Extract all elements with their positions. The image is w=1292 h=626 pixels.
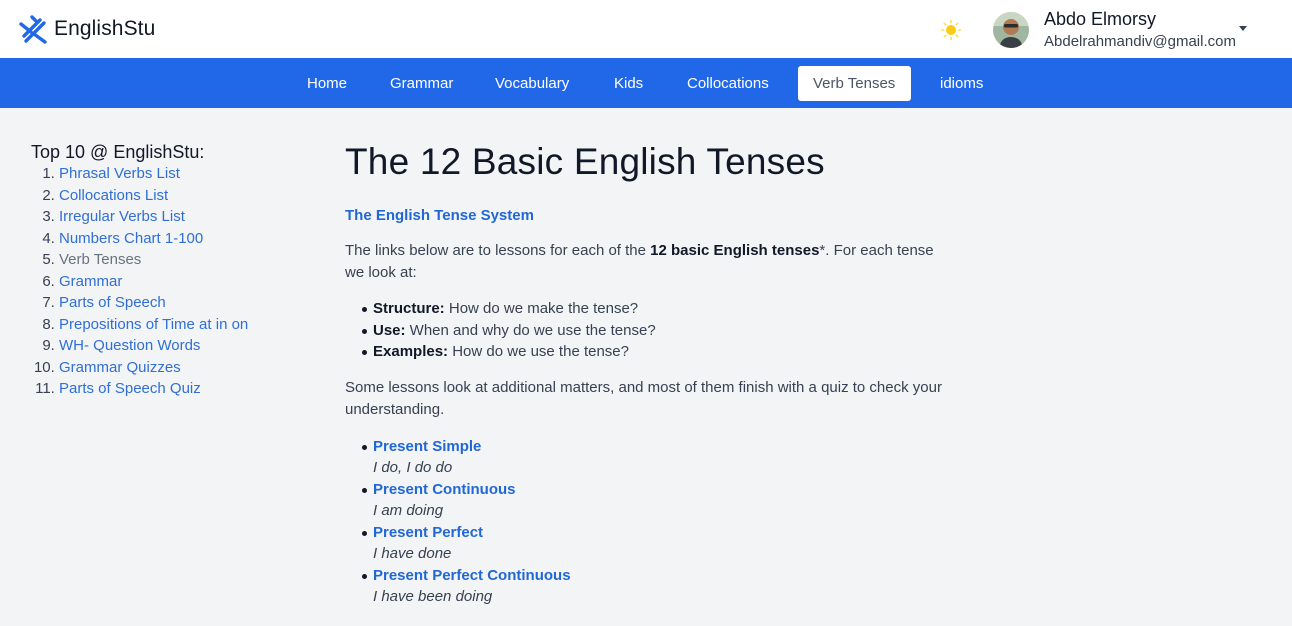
list-item: 3. Irregular Verbs List	[31, 206, 321, 228]
list-number: 7.	[42, 294, 59, 311]
list-item: 2. Collocations List	[31, 185, 321, 207]
list-number: 10.	[33, 358, 59, 376]
list-item: 1. Phrasal Verbs List	[31, 163, 321, 185]
top10-link[interactable]: Phrasal Verbs List	[59, 163, 180, 185]
user-email: Abdelrahmandiv@gmail.com	[1044, 33, 1236, 50]
brand-name: EnglishStu	[54, 17, 156, 40]
top10-list: 1. Phrasal Verbs List 2. Collocations Lis…	[31, 163, 321, 400]
tense-list: Present Simple I do, I do do Present Cont…	[345, 436, 945, 608]
tense-link[interactable]: Present Perfect	[373, 522, 945, 544]
list-item: 9. WH- Question Words	[31, 335, 321, 357]
top10-link[interactable]: Irregular Verbs List	[59, 206, 185, 228]
aspect-list: Structure: How do we make the tense? Use…	[345, 298, 945, 363]
sun-icon[interactable]	[940, 19, 962, 41]
intro-paragraph: The links below are to lessons for each …	[345, 240, 945, 284]
list-number: 5.	[42, 251, 59, 268]
list-item: 10. Grammar Quizzes	[31, 357, 321, 379]
list-number: 6.	[42, 272, 59, 290]
tense-link[interactable]: Present Simple	[373, 436, 945, 458]
aspect-label: Examples:	[373, 343, 449, 360]
nav-vocabulary[interactable]: Vocabulary	[480, 66, 584, 101]
nav-idioms[interactable]: idioms	[925, 66, 998, 101]
top10-link[interactable]: Collocations List	[59, 185, 168, 207]
user-info: Abdo Elmorsy Abdelrahmandiv@gmail.com	[1044, 8, 1236, 51]
list-item: Present Continuous I am doing	[345, 479, 945, 522]
list-item: 7. Parts of Speech	[31, 292, 321, 314]
intro-text: The links below are to lessons for each …	[345, 242, 651, 259]
list-number: 1.	[42, 165, 59, 182]
aspect-label: Use:	[373, 321, 406, 339]
list-item: Present Perfect I have done	[345, 522, 945, 565]
logo-icon	[19, 15, 47, 44]
tense-link[interactable]: Present Continuous	[373, 479, 945, 501]
tense-example: I have been doing	[373, 588, 493, 605]
list-item: 11. Parts of Speech Quiz	[31, 378, 321, 400]
list-item: Use: When and why do we use the tense?	[345, 320, 945, 342]
list-number: 2.	[42, 186, 59, 204]
top10-sidebar: Top 10 @ EnglishStu: 1. Phrasal Verbs Li…	[31, 142, 321, 400]
user-name: Abdo Elmorsy	[1044, 9, 1157, 29]
aspect-text: When and why do we use the tense?	[405, 321, 656, 339]
avatar[interactable]	[993, 12, 1029, 48]
list-item: 5. Verb Tenses	[31, 249, 321, 271]
list-number: 4.	[42, 229, 59, 247]
list-number: 9.	[42, 337, 59, 354]
nav-collocations[interactable]: Collocations	[672, 66, 784, 101]
list-item: 8. Prepositions of Time at in on	[31, 314, 321, 336]
top10-link[interactable]: Numbers Chart 1-100	[59, 228, 203, 250]
user-menu[interactable]: Abdo Elmorsy Abdelrahmandiv@gmail.com	[993, 8, 1236, 51]
aspect-text: How do we make the tense?	[444, 300, 639, 317]
list-item: Present Simple I do, I do do	[345, 436, 945, 479]
top10-link[interactable]: Prepositions of Time at in on	[59, 314, 248, 336]
top-bar: EnglishStu Abdo Elmorsy Abdelrahmandiv@g…	[0, 0, 1292, 58]
sidebar-title: Top 10 @ EnglishStu:	[31, 142, 205, 162]
main-nav: Home Grammar Vocabulary Kids Collocation…	[0, 58, 1292, 108]
top10-link[interactable]: Parts of Speech Quiz	[59, 378, 201, 400]
tense-link[interactable]: Present Perfect Continuous	[373, 565, 945, 587]
aspect-text: How do we use the tense?	[448, 343, 629, 360]
nav-home[interactable]: Home	[292, 66, 362, 101]
top10-link[interactable]: Parts of Speech	[59, 292, 166, 314]
page-title: The 12 Basic English Tenses	[345, 141, 825, 182]
intro-bold: 12 basic English tenses	[650, 242, 820, 259]
list-item: 4. Numbers Chart 1-100	[31, 228, 321, 250]
list-item: Examples: How do we use the tense?	[345, 341, 945, 363]
tense-example: I am doing	[373, 502, 444, 519]
list-item: 6. Grammar	[31, 271, 321, 293]
top10-link[interactable]: Grammar Quizzes	[59, 357, 181, 379]
nav-kids[interactable]: Kids	[599, 66, 658, 101]
list-item: Present Perfect Continuous I have been do…	[345, 565, 945, 608]
aspect-label: Structure:	[373, 300, 445, 317]
top10-link[interactable]: Verb Tenses	[59, 249, 141, 271]
tense-example: I do, I do do	[373, 459, 453, 476]
list-number: 8.	[42, 315, 59, 333]
nav-grammar[interactable]: Grammar	[375, 66, 468, 101]
caret-down-icon[interactable]	[1239, 26, 1247, 31]
list-number: 3.	[42, 208, 59, 225]
list-number: 11.	[35, 380, 59, 397]
tense-example: I have done	[373, 545, 452, 562]
nav-verb-tenses[interactable]: Verb Tenses	[798, 66, 911, 101]
brand[interactable]: EnglishStu	[18, 14, 155, 44]
list-item: Structure: How do we make the tense?	[345, 298, 945, 320]
tense-system-link[interactable]: The English Tense System	[345, 206, 945, 226]
top10-link[interactable]: WH- Question Words	[59, 335, 200, 357]
top10-link[interactable]: Grammar	[59, 271, 122, 293]
main-content: The 12 Basic English Tenses The English …	[345, 140, 945, 608]
note-paragraph: Some lessons look at additional matters,…	[345, 378, 942, 418]
